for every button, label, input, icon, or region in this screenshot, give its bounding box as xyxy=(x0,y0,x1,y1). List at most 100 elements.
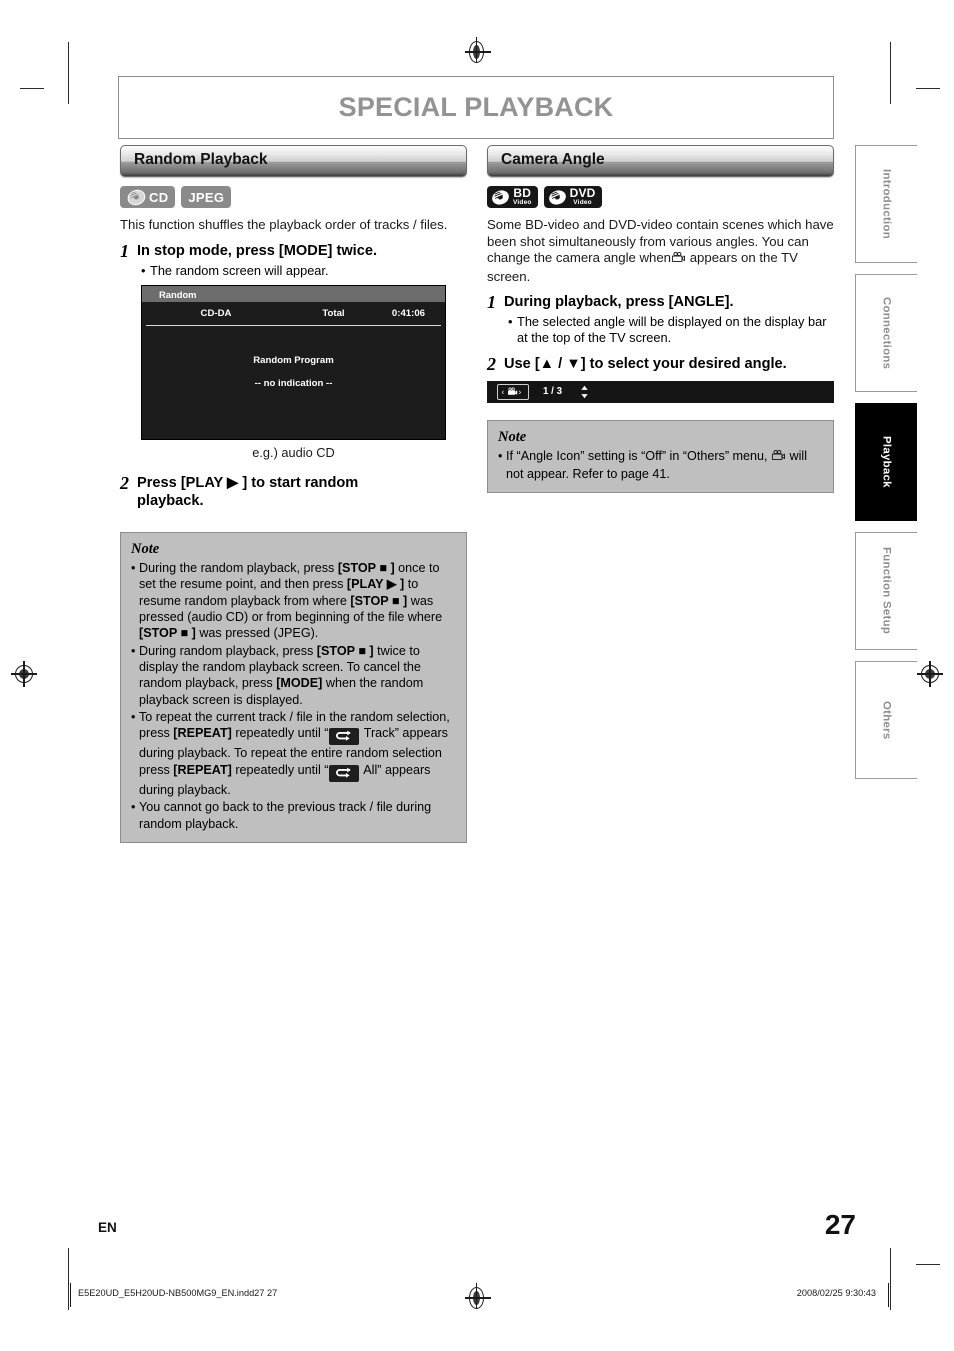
crop-mark-bottom-right-vertical xyxy=(890,1248,892,1310)
note-title-camera-angle: Note xyxy=(498,428,527,445)
step-1-number: 1 xyxy=(120,240,129,261)
random-playback-intro: This function shuffles the playback orde… xyxy=(120,217,448,232)
note-item: • If “Angle Icon” setting is “Off” in “O… xyxy=(498,448,823,483)
angle-bar-icon-box: ‹ › xyxy=(497,383,529,400)
random-screen-line-1: Random Program xyxy=(253,355,334,367)
badge-jpeg-label: JPEG xyxy=(188,189,225,205)
random-screen-info-row: CD-DA Total 0:41:06 xyxy=(146,302,441,327)
bullet-dot: • xyxy=(131,709,136,724)
step-1-substep: • The random screen will appear. xyxy=(141,263,467,279)
badge-dvd-video-text: DVD Video xyxy=(570,187,596,207)
step-2-angle-text: Use [▲ / ▼] to select your desired angle… xyxy=(504,355,787,372)
step-2-angle: 2 Use [▲ / ▼] to select your desired ang… xyxy=(487,353,834,374)
random-screen-total-time: 0:41:06 xyxy=(391,308,425,320)
note-title-random: Note xyxy=(131,541,160,558)
sidebar-item-playback[interactable]: Playback xyxy=(855,403,917,521)
media-badges-left: CD JPEG xyxy=(120,186,467,208)
random-screen-header-label: Random xyxy=(159,288,197,300)
registration-mark-right xyxy=(917,661,943,687)
registration-mark-top xyxy=(465,37,491,63)
note-box-random: Note • During the random playback, press… xyxy=(120,532,467,843)
crop-mark-bottom-right-horizontal xyxy=(916,1264,940,1266)
svg-text:›: › xyxy=(519,388,522,397)
camera-angle-icon xyxy=(771,449,786,466)
badge-dvd-video: DVD Video xyxy=(543,186,602,208)
badge-bd-sublabel: Video xyxy=(513,199,532,207)
repeat-icon xyxy=(329,764,360,783)
sidebar-item-introduction[interactable]: Introduction xyxy=(855,145,917,263)
sidebar-item-label: Playback xyxy=(880,436,893,488)
bullet-dot: • xyxy=(131,643,136,658)
step-1-random: 1 In stop mode, press [MODE] twice. xyxy=(120,240,467,261)
registration-mark-left xyxy=(11,661,37,687)
badge-cd-label: CD xyxy=(149,189,169,205)
badge-bd-label: BD xyxy=(513,186,532,201)
sidebar-item-others[interactable]: Others xyxy=(855,661,917,779)
right-column: Camera Angle BD Video DVD Video Some BD-… xyxy=(487,145,834,494)
note-item-text: During random playback, press [STOP ■ ] … xyxy=(139,643,424,707)
svg-text:‹: ‹ xyxy=(502,388,505,397)
badge-cd: CD xyxy=(120,186,176,208)
sidebar-item-function-setup[interactable]: Function Setup xyxy=(855,532,917,650)
registration-mark-bottom xyxy=(465,1283,491,1309)
section-header-camera-angle: Camera Angle xyxy=(487,145,834,177)
note-list-camera-angle: • If “Angle Icon” setting is “Off” in “O… xyxy=(498,448,823,483)
crop-mark-left-horizontal xyxy=(20,88,44,90)
step-1-substep-text: The random screen will appear. xyxy=(150,262,329,278)
sidebar-item-label: Function Setup xyxy=(880,547,893,635)
badge-jpeg: JPEG xyxy=(181,186,232,208)
disc-icon xyxy=(127,188,146,207)
random-screen-header: Random xyxy=(142,286,445,303)
sidebar-item-label: Introduction xyxy=(880,168,893,240)
crop-mark-right-horizontal xyxy=(916,88,940,90)
bullet-dot: • xyxy=(141,262,146,278)
section-title-camera-angle: Camera Angle xyxy=(501,150,605,168)
imprint-rule-right xyxy=(888,1283,889,1307)
media-badges-right: BD Video DVD Video xyxy=(487,186,834,208)
page-title: SPECIAL PLAYBACK xyxy=(338,92,614,122)
step-2-number: 2 xyxy=(120,473,129,494)
random-screen-total-label: Total xyxy=(322,308,345,320)
random-screen-caption: e.g.) audio CD xyxy=(252,445,335,461)
badge-bd-video-text: BD Video xyxy=(513,187,532,207)
step-1-angle-number: 1 xyxy=(487,292,496,313)
section-header-random-playback: Random Playback xyxy=(120,145,467,177)
bullet-dot: • xyxy=(498,448,503,463)
note-item-text: During the random playback, press [STOP … xyxy=(139,561,443,641)
imprint-filename: E5E20UD_E5H20UD-NB500MG9_EN.indd27 27 xyxy=(78,1288,278,1298)
badge-dvd-label: DVD xyxy=(569,186,596,201)
bullet-dot: • xyxy=(131,800,136,815)
imprint-rule-left xyxy=(70,1283,71,1307)
angle-count: 1 / 3 xyxy=(543,386,563,398)
step-2-angle-number: 2 xyxy=(487,353,496,374)
note-item: • To repeat the current track / file in … xyxy=(131,709,456,798)
step-1-angle: 1 During playback, press [ANGLE]. xyxy=(487,293,834,312)
note-list-random: • During the random playback, press [STO… xyxy=(131,560,456,832)
step-1-text: In stop mode, press [MODE] twice. xyxy=(137,242,378,259)
page-title-box: SPECIAL PLAYBACK xyxy=(118,76,834,139)
angle-display-bar: ‹ › 1 / 3 xyxy=(487,380,834,403)
random-screen-disc-type: CD-DA xyxy=(200,308,232,320)
note-item: • You cannot go back to the previous tra… xyxy=(131,799,456,832)
note-item: • During random playback, press [STOP ■ … xyxy=(131,643,456,708)
crop-mark-top-right-vertical xyxy=(890,42,892,104)
bullet-dot: • xyxy=(131,561,136,576)
random-screen-graphic: Random CD-DA Total 0:41:06 Random Progra… xyxy=(141,285,446,441)
step-2-random: 2 Press [PLAY ▶ ] to start random playba… xyxy=(120,474,467,510)
side-tab-strip: Introduction Connections Playback Functi… xyxy=(855,145,917,790)
sidebar-item-connections[interactable]: Connections xyxy=(855,274,917,392)
section-title-random-playback: Random Playback xyxy=(134,150,268,168)
step-2-text: Press [PLAY ▶ ] to start random playback… xyxy=(137,475,359,510)
up-down-arrow-icon xyxy=(580,385,589,399)
note-item: • During the random playback, press [STO… xyxy=(131,560,456,641)
bullet-dot: • xyxy=(508,314,513,330)
left-column: Random Playback CD JPEG This function sh… xyxy=(120,145,467,843)
badge-bd-video: BD Video xyxy=(487,186,538,208)
crop-mark-top-left-vertical xyxy=(68,42,70,104)
imprint-timestamp: 2008/02/25 9:30:43 xyxy=(796,1288,876,1298)
camera-angle-icon: ‹ › xyxy=(502,387,522,397)
sidebar-item-label: Connections xyxy=(880,296,893,370)
camera-angle-intro: Some BD-video and DVD-video contain scen… xyxy=(487,217,834,285)
note-box-camera-angle: Note • If “Angle Icon” setting is “Off” … xyxy=(487,419,834,494)
disc-icon xyxy=(491,188,510,207)
